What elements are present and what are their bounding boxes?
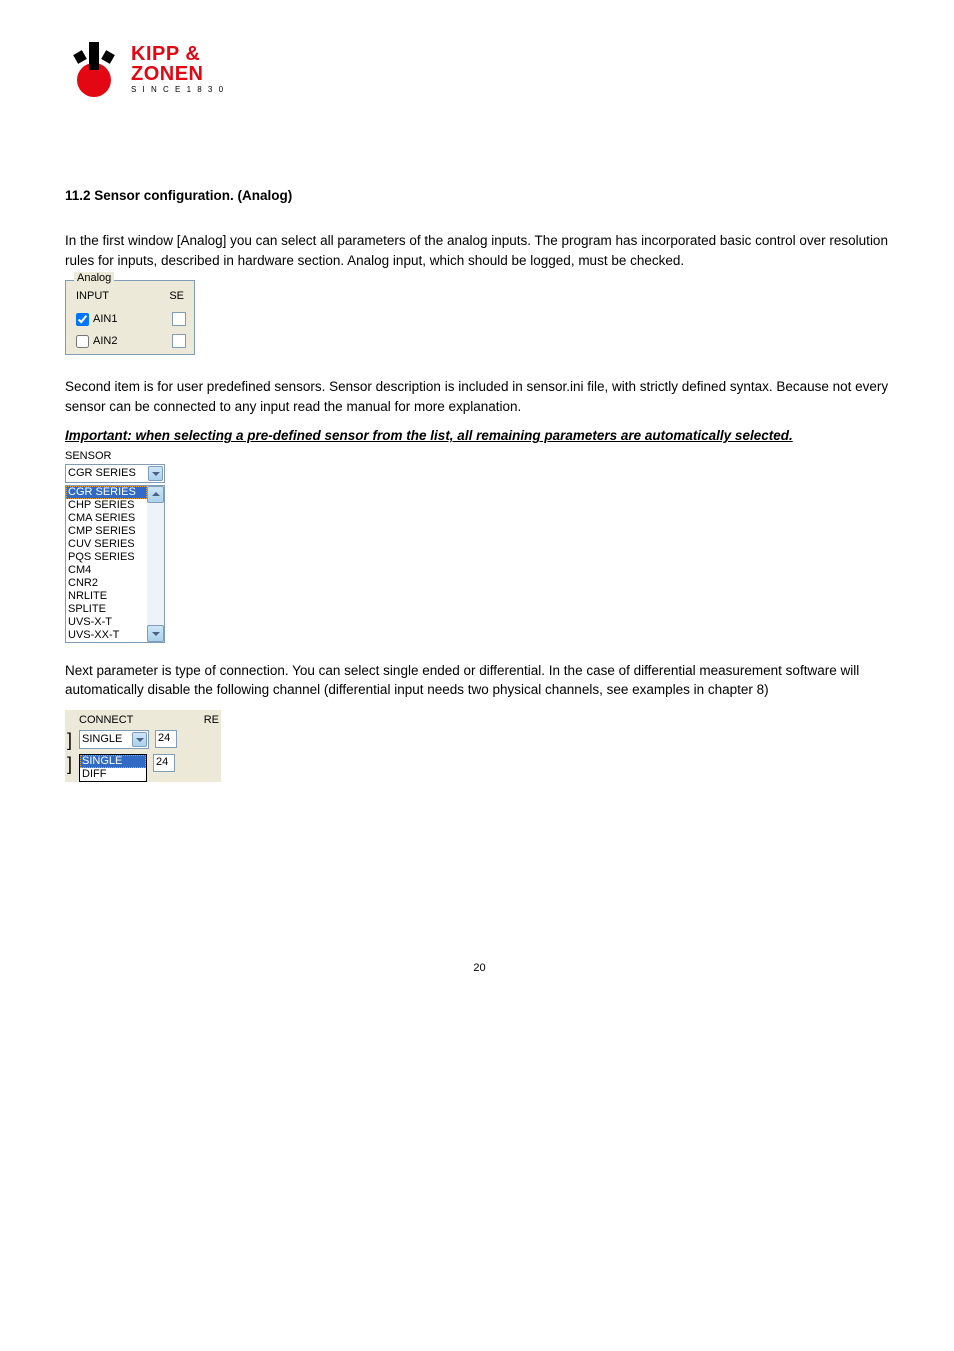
sensor-option-0[interactable]: CGR SERIES	[66, 486, 147, 499]
sensor-option-3[interactable]: CMP SERIES	[66, 525, 147, 538]
ain1-label: AIN1	[93, 313, 117, 325]
sensor-option-5[interactable]: PQS SERIES	[66, 551, 147, 564]
chevron-down-icon[interactable]	[148, 466, 163, 481]
analog-col-input: INPUT	[76, 290, 109, 302]
connect-listbox[interactable]: SINGLE DIFF	[79, 754, 147, 782]
brand-mark	[65, 40, 123, 98]
chevron-down-icon[interactable]	[132, 732, 147, 747]
connect-option-single[interactable]: SINGLE	[80, 755, 146, 768]
sensor-option-11[interactable]: UVS-XX-T	[66, 629, 147, 642]
logo-line1: KIPP &	[131, 44, 225, 64]
analog-row-ain2: AIN2	[72, 330, 188, 352]
analog-row-ain1: AIN1	[72, 308, 188, 330]
ain2-label: AIN2	[93, 335, 117, 347]
section-heading: 11.2 Sensor configuration. (Analog)	[65, 188, 894, 203]
connect-value-1: SINGLE	[82, 733, 122, 745]
sensor-option-10[interactable]: UVS-X-T	[66, 616, 147, 629]
bracket-2: ]	[67, 754, 73, 774]
important-note: Important: when selecting a pre-defined …	[65, 426, 894, 446]
paragraph-2: Second item is for user predefined senso…	[65, 377, 894, 416]
ain2-checkbox[interactable]	[76, 335, 89, 348]
connect-dropdown-1[interactable]: SINGLE	[79, 730, 149, 749]
sensor-block: SENSOR CGR SERIES CGR SERIES CHP SERIES …	[65, 450, 894, 643]
analog-col-se: SE	[169, 290, 184, 302]
analog-legend: Analog	[74, 272, 114, 284]
analog-fieldset: Analog INPUT SE AIN1 AIN2	[65, 280, 195, 355]
paragraph-1: In the first window [Analog] you can sel…	[65, 231, 894, 270]
connect-col-re: RE	[204, 714, 219, 726]
sensor-option-6[interactable]: CM4	[66, 564, 147, 577]
scroll-up-icon[interactable]	[147, 486, 164, 503]
bracket-1: ]	[67, 730, 73, 750]
paragraph-3: Next parameter is type of connection. Yo…	[65, 661, 894, 700]
logo-line2: ZONEN	[131, 64, 225, 84]
sensor-option-1[interactable]: CHP SERIES	[66, 499, 147, 512]
connect-col-connect: CONNECT	[79, 714, 133, 726]
sensor-listbox[interactable]: CGR SERIES CHP SERIES CMA SERIES CMP SER…	[65, 485, 165, 643]
sensor-scrollbar[interactable]	[147, 486, 164, 642]
re-input-1[interactable]: 24	[155, 730, 177, 748]
logo: KIPP & ZONEN S I N C E 1 8 3 0	[65, 40, 894, 98]
sensor-selected-value: CGR SERIES	[68, 467, 136, 479]
logo-line3: S I N C E 1 8 3 0	[131, 86, 225, 94]
scroll-track[interactable]	[147, 503, 164, 625]
sensor-option-2[interactable]: CMA SERIES	[66, 512, 147, 525]
ain1-checkbox[interactable]	[76, 313, 89, 326]
ain1-se-input[interactable]	[172, 312, 186, 326]
sensor-option-8[interactable]: NRLITE	[66, 590, 147, 603]
ain2-se-input[interactable]	[172, 334, 186, 348]
re-input-2[interactable]: 24	[153, 754, 175, 772]
sensor-option-7[interactable]: CNR2	[66, 577, 147, 590]
connect-row-2: ] SINGLE DIFF 24	[67, 754, 221, 782]
connect-row-1: ] SINGLE 24	[67, 730, 221, 750]
connect-block: CONNECT RE ] SINGLE 24 ] SINGLE DIFF 24	[65, 710, 221, 782]
connect-option-diff[interactable]: DIFF	[80, 768, 146, 781]
sensor-dropdown[interactable]: CGR SERIES	[65, 464, 165, 483]
page-number: 20	[65, 962, 894, 974]
sensor-option-9[interactable]: SPLITE	[66, 603, 147, 616]
scroll-down-icon[interactable]	[147, 625, 164, 642]
sensor-label: SENSOR	[65, 450, 894, 462]
sensor-option-4[interactable]: CUV SERIES	[66, 538, 147, 551]
